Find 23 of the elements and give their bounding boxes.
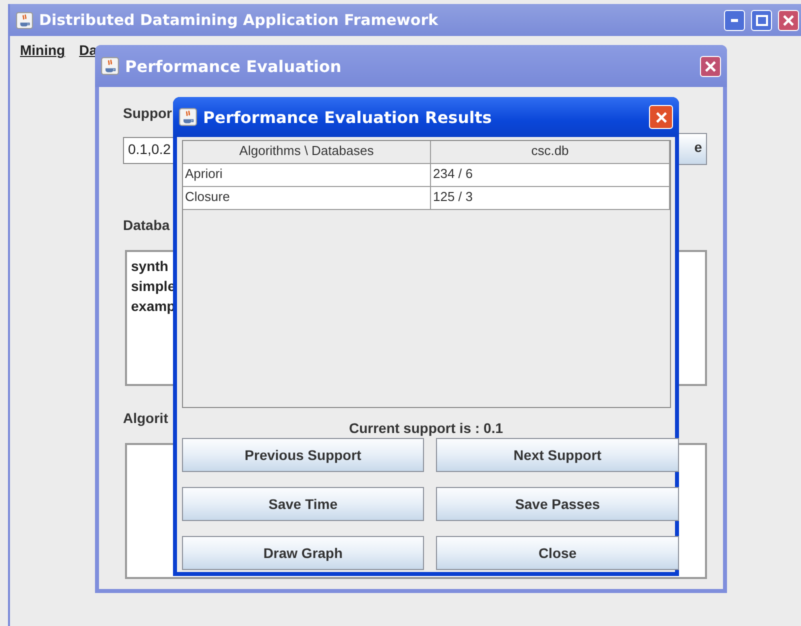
dialog-title: Performance Evaluation: [125, 56, 342, 76]
table-cell: 125 / 3: [431, 187, 670, 209]
database-item[interactable]: simple: [131, 278, 176, 294]
databases-label: Databa: [123, 217, 170, 233]
algorithms-label: Algorit: [123, 410, 168, 426]
action-button[interactable]: Save Time: [182, 487, 424, 521]
action-button[interactable]: Save Passes: [436, 487, 679, 521]
dialog-title: Performance Evaluation Results: [203, 108, 493, 126]
table-cell: 234 / 6: [431, 164, 670, 186]
support-label: Suppor: [123, 105, 172, 121]
action-button[interactable]: Next Support: [436, 438, 679, 472]
database-item[interactable]: synth: [131, 258, 168, 274]
table-cell: Closure: [183, 187, 431, 209]
action-button[interactable]: Draw Graph: [182, 536, 424, 570]
menu-item[interactable]: Mining: [20, 42, 66, 56]
support-status: Current support is : 0.1: [348, 420, 504, 436]
action-button[interactable]: Close: [436, 536, 679, 570]
column-header: csc.db: [431, 141, 670, 163]
window-title: Distributed Datamining Application Framework: [39, 11, 440, 29]
database-item[interactable]: examp: [131, 298, 176, 314]
table-cell: Apriori: [183, 164, 431, 186]
action-button[interactable]: Previous Support: [182, 438, 424, 472]
column-header: Algorithms \ Databases: [183, 141, 431, 163]
